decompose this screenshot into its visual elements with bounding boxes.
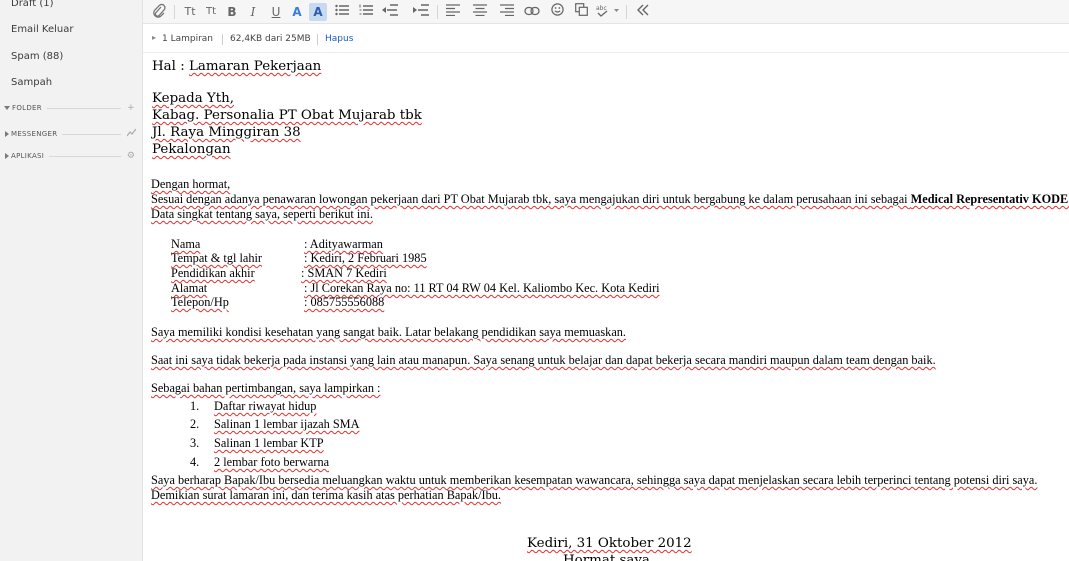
chevron-right-icon xyxy=(5,153,9,159)
font-size-button[interactable]: Tt xyxy=(202,3,220,21)
list-item: Salinan 1 lembar ijazah SMA xyxy=(214,417,360,431)
indent-icon[interactable] xyxy=(412,3,430,21)
field-label: Nama xyxy=(171,237,201,251)
field-label: Tempat & tgl lahir xyxy=(171,251,263,265)
font-color-button[interactable]: A xyxy=(288,3,306,21)
field-value: : Jl Corekan Raya no: 11 RT 04 RW 04 Kel… xyxy=(304,281,660,295)
intro-paragraph-2: Data singkat tentang saya, seperti berik… xyxy=(151,207,373,221)
link-icon[interactable] xyxy=(523,3,541,21)
collapse-toolbar-icon[interactable] xyxy=(634,3,652,21)
divider xyxy=(317,34,318,45)
field-value: : 085755556088 xyxy=(304,295,385,309)
field-value: : Kediri, 2 Februari 1985 xyxy=(304,251,427,265)
align-left-icon[interactable] xyxy=(444,3,462,21)
attachment-count[interactable]: 1 Lampiran xyxy=(162,34,213,44)
divider xyxy=(62,133,121,135)
sidebar-section-apps[interactable]: APLIKASI ⚙ xyxy=(4,150,136,162)
list-item: Salinan 1 lembar KTP xyxy=(214,436,324,450)
chevron-right-icon xyxy=(5,131,9,137)
underline-button[interactable]: U xyxy=(267,3,285,21)
attachment-size: 62,4KB dari 25MB xyxy=(230,34,311,44)
recipient-line: Jl. Raya Minggiran 38 xyxy=(152,125,301,140)
gear-icon[interactable]: ⚙ xyxy=(126,151,136,161)
recipient-line: Pekalongan xyxy=(152,142,231,157)
numbered-list-icon[interactable] xyxy=(357,3,375,21)
intro-paragraph: Sesuai dengan adanya penawaran lowongan … xyxy=(151,192,1069,207)
field-value: : Adityawarman xyxy=(304,237,383,251)
list-number: 3. xyxy=(190,436,200,450)
section-label: FOLDER xyxy=(12,104,42,112)
divider xyxy=(222,34,223,45)
list-item: Daftar riwayat hidup xyxy=(214,399,317,413)
subject-text: Lamaran Pekerjaan xyxy=(188,59,322,74)
work-paragraph: Saat ini saya tidak bekerja pada instans… xyxy=(151,353,936,367)
insert-image-icon[interactable] xyxy=(572,3,590,21)
chevron-down-icon xyxy=(4,106,10,110)
hope-paragraph: Saya berharap Bapak/Ibu bersedia meluang… xyxy=(151,473,1038,487)
chevron-right-icon[interactable]: ▸ xyxy=(152,33,156,42)
italic-button[interactable]: I xyxy=(244,3,262,21)
sidebar: Draft (1) Email Keluar Spam (88) Sampah … xyxy=(0,0,143,561)
highlight-button[interactable]: A xyxy=(309,3,327,21)
divider xyxy=(46,107,121,109)
toolbar-separator xyxy=(626,5,627,19)
recipient-line: Kepada Yth, xyxy=(152,91,235,106)
sidebar-section-folder[interactable]: FOLDER + xyxy=(4,102,136,114)
position-title: Medical Representativ KODE MR xyxy=(910,192,1069,206)
health-paragraph: Saya memiliki kondisi kesehatan yang san… xyxy=(151,325,626,339)
align-right-icon[interactable] xyxy=(498,3,516,21)
signature-line: Hormat saya, xyxy=(563,553,655,561)
bullet-list-icon[interactable] xyxy=(333,3,351,21)
toolbar-separator xyxy=(437,5,438,19)
status-icon[interactable] xyxy=(126,128,136,140)
delete-attachment-link[interactable]: Hapus xyxy=(325,34,353,44)
attachments-intro: Sebagai bahan pertimbangan, saya lampirk… xyxy=(151,381,381,395)
letter-date: Kediri, 31 Oktober 2012 xyxy=(527,536,692,551)
sidebar-item-sent[interactable]: Email Keluar xyxy=(11,24,74,35)
list-number: 4. xyxy=(190,455,200,469)
bold-button[interactable]: B xyxy=(223,3,241,21)
message-body-editor[interactable]: Hal : Lamaran Pekerjaan Kepada Yth, Kaba… xyxy=(151,53,1069,561)
field-label: Telepon/Hp xyxy=(171,295,229,309)
sidebar-item-draft[interactable]: Draft (1) xyxy=(11,0,54,9)
divider xyxy=(49,155,121,157)
sidebar-item-spam[interactable]: Spam (88) xyxy=(11,51,63,62)
field-label: Alamat xyxy=(171,281,208,295)
attachment-bar: ▸ 1 Lampiran 62,4KB dari 25MB Hapus xyxy=(143,25,1069,53)
greeting: Dengan hormat, xyxy=(151,177,231,191)
paperclip-icon[interactable] xyxy=(150,3,168,21)
formatting-toolbar: Tt Tt B I U A A abc xyxy=(143,0,1069,24)
list-item: 2 lembar foto berwarna xyxy=(214,455,330,469)
align-center-icon[interactable] xyxy=(471,3,489,21)
field-label: Pendidikan akhir xyxy=(171,266,255,280)
field-value: : SMAN 7 Kediri xyxy=(301,266,387,280)
letter-subject: Hal : Lamaran Pekerjaan xyxy=(152,59,322,74)
outdent-icon[interactable] xyxy=(381,3,399,21)
sidebar-item-trash[interactable]: Sampah xyxy=(11,77,52,88)
recipient-line: Kabag. Personalia PT Obat Mujarab tbk xyxy=(152,108,422,123)
svg-text:abc: abc xyxy=(596,5,607,12)
section-label: MESSENGER xyxy=(11,130,58,138)
plus-icon[interactable]: + xyxy=(126,103,136,113)
list-number: 2. xyxy=(190,417,200,431)
closing-paragraph: Demikian surat lamaran ini, dan terima k… xyxy=(151,488,501,502)
sidebar-section-messenger[interactable]: MESSENGER xyxy=(4,128,136,140)
spellcheck-icon[interactable]: abc xyxy=(595,3,621,21)
section-label: APLIKASI xyxy=(11,152,45,160)
emoji-icon[interactable] xyxy=(548,3,566,21)
toolbar-separator xyxy=(174,5,175,19)
font-family-button[interactable]: Tt xyxy=(181,3,199,21)
list-number: 1. xyxy=(190,399,200,413)
